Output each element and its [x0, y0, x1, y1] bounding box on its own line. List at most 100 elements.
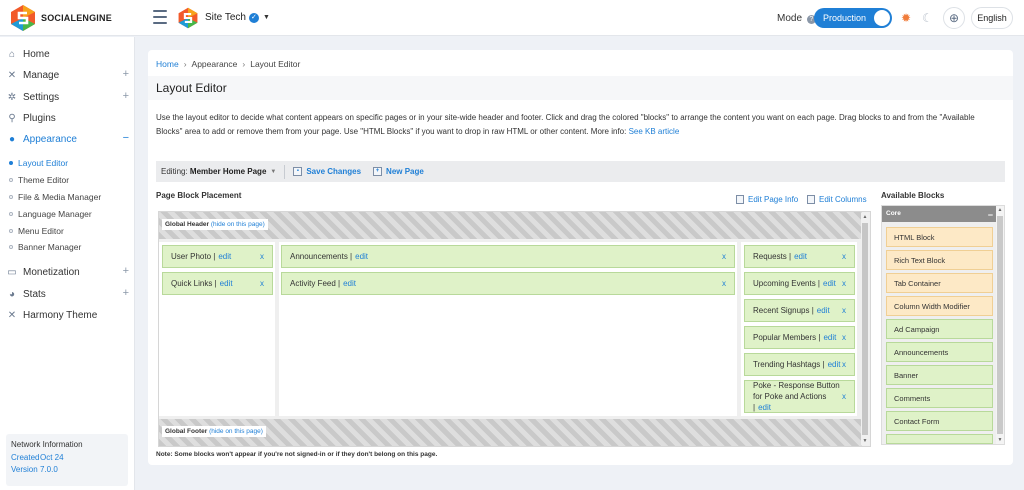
site-logo-icon[interactable]	[177, 7, 199, 29]
layout-block[interactable]: Upcoming Events | edit x	[744, 272, 855, 295]
global-header-block[interactable]: Global Header (hide on this page)	[159, 212, 862, 239]
sidebar-item-harmony-theme[interactable]: ✕ Harmony Theme	[0, 305, 135, 325]
scrollbar-thumb[interactable]	[997, 216, 1003, 434]
available-block[interactable]: Tab Container	[886, 273, 993, 293]
expand-icon[interactable]: +	[123, 90, 129, 102]
available-block[interactable]: HTML Block	[886, 227, 993, 247]
sidebar-subitem-language-manager[interactable]: Language Manager	[9, 209, 92, 219]
kb-article-link[interactable]: See KB article	[629, 127, 680, 136]
sidebar-item-settings[interactable]: ✲ Settings +	[0, 87, 135, 107]
layout-block[interactable]: Requests | edit x	[744, 245, 855, 268]
scroll-down-icon[interactable]: ▼	[996, 437, 1004, 443]
page-block-placement-title: Page Block Placement	[156, 191, 242, 200]
save-changes-button[interactable]: ▪ Save Changes	[293, 167, 361, 176]
moon-icon[interactable]: ☾	[922, 11, 933, 25]
sidebar-subitem-layout-editor[interactable]: Layout Editor	[9, 158, 68, 168]
collapse-icon[interactable]: −	[988, 207, 993, 223]
edit-link[interactable]: edit	[218, 252, 231, 261]
toggle-knob	[874, 10, 890, 26]
sidebar-item-home[interactable]: ⌂ Home	[0, 44, 135, 64]
remove-icon[interactable]: x	[260, 252, 264, 261]
collapse-icon[interactable]: −	[123, 132, 129, 144]
page-selector[interactable]: Editing: Member Home Page	[161, 167, 266, 176]
sidebar-subitem-theme-editor[interactable]: Theme Editor	[9, 175, 69, 185]
scroll-up-icon[interactable]: ▲	[996, 207, 1004, 213]
left-column	[159, 242, 275, 416]
chevron-down-icon[interactable]: ▼	[270, 169, 276, 175]
remove-icon[interactable]: x	[842, 306, 846, 315]
edit-link[interactable]: edit	[758, 403, 771, 412]
sidebar-subitem-banner-manager[interactable]: Banner Manager	[9, 242, 81, 252]
expand-icon[interactable]: +	[123, 68, 129, 80]
chevron-right-icon: ›	[242, 59, 246, 69]
sidebar-subitem-menu-editor[interactable]: Menu Editor	[9, 226, 64, 236]
remove-icon[interactable]: x	[842, 279, 846, 288]
edit-link[interactable]: edit	[794, 252, 807, 261]
remove-icon[interactable]: x	[722, 252, 726, 261]
available-block[interactable]: Column Width Modifier	[886, 296, 993, 316]
menu-toggle-icon[interactable]	[153, 10, 167, 24]
remove-icon[interactable]: x	[842, 252, 846, 261]
available-block[interactable]: Banner	[886, 365, 993, 385]
production-label: Production	[823, 13, 867, 23]
available-blocks-scrollbar[interactable]: ▲ ▼	[996, 206, 1004, 444]
site-name: Site Tech	[205, 12, 246, 23]
sidebar-item-manage[interactable]: ✕ Manage +	[0, 65, 135, 85]
layout-scrollbar[interactable]: ▲ ▼	[861, 213, 869, 445]
sidebar-subitem-file-media-manager[interactable]: File & Media Manager	[9, 192, 101, 202]
sidebar-item-plugins[interactable]: ⚲ Plugins	[0, 108, 135, 128]
sidebar-item-stats[interactable]: ◕ Stats +	[0, 284, 135, 304]
edit-link[interactable]: edit	[343, 279, 356, 288]
layout-block[interactable]: Quick Links | edit x	[162, 272, 273, 295]
production-toggle[interactable]: Production	[814, 8, 892, 28]
edit-link[interactable]: edit	[823, 279, 836, 288]
remove-icon[interactable]: x	[842, 333, 846, 342]
new-page-button[interactable]: + New Page	[373, 167, 424, 176]
layout-block[interactable]: Trending Hashtags | edit x	[744, 353, 855, 376]
available-blocks-title: Available Blocks	[881, 191, 945, 200]
created-value: Oct 24	[40, 453, 64, 462]
core-group-header[interactable]: Core −	[882, 206, 996, 222]
available-block[interactable]: Ad Campaign	[886, 319, 993, 339]
layout-block[interactable]: Recent Signups | edit x	[744, 299, 855, 322]
edit-link[interactable]: edit	[220, 279, 233, 288]
layout-block[interactable]: User Photo | edit x	[162, 245, 273, 268]
hide-header-link[interactable]: (hide on this page)	[211, 221, 265, 228]
edit-link[interactable]: edit	[817, 306, 830, 315]
breadcrumb-appearance[interactable]: Appearance	[192, 59, 238, 69]
edit-page-info-button[interactable]: Edit Page Info	[736, 195, 798, 204]
edit-link[interactable]: edit	[355, 252, 368, 261]
remove-icon[interactable]: x	[842, 360, 846, 369]
available-block[interactable]: Rich Text Block	[886, 250, 993, 270]
edit-columns-button[interactable]: Edit Columns	[807, 195, 867, 204]
socialengine-logo-icon	[11, 5, 35, 31]
sun-icon[interactable]: ✹	[901, 12, 913, 24]
hide-footer-link[interactable]: (hide on this page)	[209, 428, 263, 435]
layout-block[interactable]: Announcements | edit x	[281, 245, 735, 268]
layout-block[interactable]: Popular Members | edit x	[744, 326, 855, 349]
language-button[interactable]: English	[971, 7, 1013, 29]
available-block[interactable]: Contact Form	[886, 411, 993, 431]
edit-link[interactable]: edit	[828, 360, 841, 369]
scroll-down-icon[interactable]: ▼	[861, 438, 869, 444]
layout-block[interactable]: Activity Feed | edit x	[281, 272, 735, 295]
global-footer-block[interactable]: Global Footer (hide on this page)	[159, 419, 862, 446]
available-block[interactable]: Comments	[886, 388, 993, 408]
layout-block[interactable]: Poke - Response Button for Poke and Acti…	[744, 380, 855, 413]
site-switcher[interactable]: Site Tech ✓ ▼	[205, 12, 270, 23]
scrollbar-thumb[interactable]	[862, 223, 868, 435]
expand-icon[interactable]: +	[123, 287, 129, 299]
available-block[interactable]	[886, 434, 993, 444]
expand-icon[interactable]: +	[123, 265, 129, 277]
available-block[interactable]: Announcements	[886, 342, 993, 362]
socialengine-logo[interactable]: SOCIALENGINE	[9, 4, 112, 32]
sidebar-item-monetization[interactable]: ▭ Monetization +	[0, 262, 135, 282]
breadcrumb-home[interactable]: Home	[156, 59, 179, 69]
globe-icon[interactable]: ⊕	[943, 7, 965, 29]
remove-icon[interactable]: x	[722, 279, 726, 288]
remove-icon[interactable]: x	[260, 279, 264, 288]
sidebar-item-appearance[interactable]: ● Appearance −	[0, 129, 135, 149]
remove-icon[interactable]: x	[842, 391, 846, 402]
scroll-up-icon[interactable]: ▲	[861, 214, 869, 220]
edit-link[interactable]: edit	[823, 333, 836, 342]
